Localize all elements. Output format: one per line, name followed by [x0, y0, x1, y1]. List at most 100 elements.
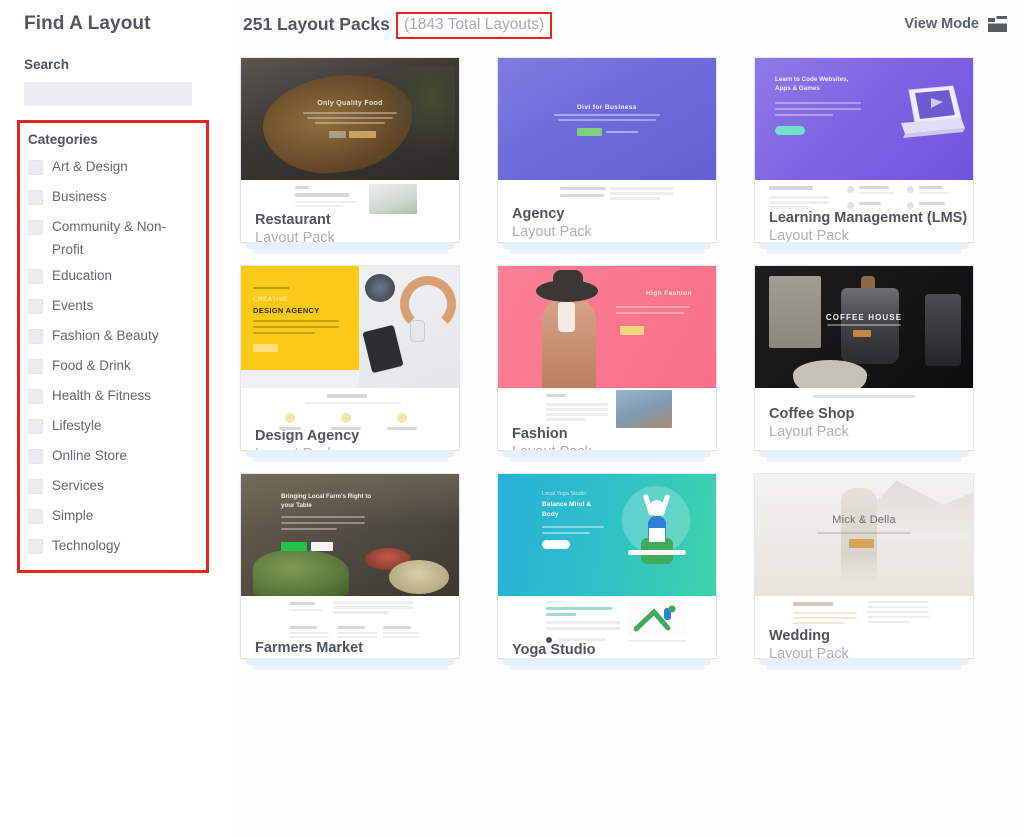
- layout-pack-card[interactable]: Learn to Code Websites, Apps & Games Lea…: [755, 58, 973, 254]
- decor-headphones: [400, 276, 456, 332]
- card-surface[interactable]: CREATIVE DESIGN AGENCY Design Agency: [241, 266, 459, 450]
- layout-pack-card[interactable]: Divi for Business Agency Layout Pack: [498, 58, 716, 254]
- category-item-fashion-beauty[interactable]: Fashion & Beauty: [28, 325, 206, 351]
- thumb-button-primary: [542, 540, 570, 549]
- card-stack-shadow-2: [252, 249, 448, 254]
- search-input[interactable]: [24, 82, 192, 106]
- category-item-community-non-profit[interactable]: Community & Non-Profit: [28, 216, 206, 261]
- checkbox-icon[interactable]: [28, 509, 43, 524]
- checkbox-icon[interactable]: [28, 329, 43, 344]
- categories-label: Categories: [28, 132, 98, 147]
- category-item-events[interactable]: Events: [28, 295, 206, 321]
- grid-view-icon[interactable]: [988, 16, 1007, 32]
- category-label: Education: [52, 268, 113, 283]
- card-thumbnail: Mick & Della: [755, 474, 973, 596]
- checkbox-icon[interactable]: [28, 269, 43, 284]
- category-item-lifestyle[interactable]: Lifestyle: [28, 415, 206, 441]
- category-item-health-fitness[interactable]: Health & Fitness: [28, 385, 206, 411]
- thumb-hero-text: Learn to Code Websites, Apps & Games: [775, 76, 849, 92]
- card-thumbnail: CREATIVE DESIGN AGENCY: [241, 266, 459, 388]
- card-surface[interactable]: Mick & Della Wedding Layout Pack: [755, 474, 973, 658]
- card-subtitle: Layout Pack: [512, 224, 592, 240]
- card-preview-body: Agency Layout Pack: [498, 180, 716, 242]
- thumb-hero-text: Bringing Local Farm's Right to your Tabl…: [281, 493, 372, 509]
- card-preview-body: Design Agency Layout Pack: [241, 388, 459, 450]
- layout-browser-screen: Find A Layout Search Categories Art & De…: [0, 0, 1024, 837]
- decor-yellow-panel: [241, 266, 359, 370]
- thumb-button-primary: [853, 330, 871, 337]
- checkbox-icon[interactable]: [28, 419, 43, 434]
- decor-desk-photo: [359, 266, 459, 388]
- card-surface[interactable]: Divi for Business Agency Layout Pack: [498, 58, 716, 242]
- category-item-technology[interactable]: Technology: [28, 535, 206, 561]
- thumb-button-primary: [253, 344, 278, 352]
- checkbox-icon[interactable]: [28, 299, 43, 314]
- card-subtitle: Layout Pack: [769, 228, 849, 242]
- category-label: Business: [52, 189, 107, 204]
- layout-pack-card[interactable]: Mick & Della Wedding Layout Pack: [755, 474, 973, 670]
- layout-pack-card[interactable]: Local Yoga Studio Balance Mind & Body Yo…: [498, 474, 716, 670]
- layout-pack-card[interactable]: High Fashion Fashion Layout Pack: [498, 266, 716, 462]
- card-thumbnail: COFFEE HOUSE: [755, 266, 973, 388]
- card-thumbnail: Learn to Code Websites, Apps & Games: [755, 58, 973, 180]
- thumb-hero-text: COFFEE HOUSE: [825, 313, 903, 322]
- category-item-business[interactable]: Business: [28, 186, 206, 212]
- view-mode-toggle[interactable]: View Mode: [904, 16, 1007, 32]
- checkbox-icon[interactable]: [28, 389, 43, 404]
- card-stack-shadow-2: [766, 249, 962, 254]
- thumb-hero-text: Only Quality Food: [317, 100, 383, 107]
- card-stack-shadow-2: [509, 457, 705, 462]
- decor-greens: [377, 66, 455, 166]
- checkbox-icon[interactable]: [28, 359, 43, 374]
- card-preview-body: Farmers Market Layout Pack: [241, 596, 459, 658]
- checkbox-icon[interactable]: [28, 190, 43, 205]
- card-title: Learning Management (LMS): [769, 210, 968, 226]
- thumb-button-primary: [577, 128, 602, 136]
- card-stack-shadow-2: [509, 249, 705, 254]
- yoga-figure-icon: [624, 488, 690, 572]
- card-stack-shadow: [760, 242, 968, 249]
- category-label: Lifestyle: [52, 418, 102, 433]
- checkbox-icon[interactable]: [28, 479, 43, 494]
- search-label: Search: [24, 57, 70, 72]
- layout-pack-card[interactable]: Only Quality Food Restaurant Layout Pack: [241, 58, 459, 254]
- category-item-education[interactable]: Education: [28, 265, 206, 291]
- card-preview-body: Learning Management (LMS) Layout Pack: [755, 180, 973, 242]
- category-item-services[interactable]: Services: [28, 475, 206, 501]
- checkbox-icon[interactable]: [28, 160, 43, 175]
- card-subtitle: Layout Pack: [255, 230, 335, 242]
- category-item-online-store[interactable]: Online Store: [28, 445, 206, 471]
- card-surface[interactable]: Only Quality Food Restaurant Layout Pack: [241, 58, 459, 242]
- card-title: Restaurant: [255, 212, 331, 228]
- card-stack-shadow-2: [252, 457, 448, 462]
- category-item-food-drink[interactable]: Food & Drink: [28, 355, 206, 381]
- categories-filter-panel: Categories Art & Design Business Communi…: [17, 120, 209, 573]
- checkbox-icon[interactable]: [28, 449, 43, 464]
- page-title: Find A Layout: [24, 13, 151, 34]
- thumb-button-primary: [775, 126, 805, 135]
- total-layouts-count: (1843 Total Layouts): [404, 16, 545, 33]
- category-label: Fashion & Beauty: [52, 328, 159, 343]
- card-surface[interactable]: Local Yoga Studio Balance Mind & Body Yo…: [498, 474, 716, 658]
- decor-produce-1: [253, 550, 349, 596]
- decor-headphone-cup: [410, 320, 425, 342]
- thumb-button-primary: [281, 542, 307, 551]
- category-item-simple[interactable]: Simple: [28, 505, 206, 531]
- card-thumbnail: Bringing Local Farm's Right to your Tabl…: [241, 474, 459, 596]
- decor-phone: [362, 324, 404, 374]
- card-surface[interactable]: Learn to Code Websites, Apps & Games Lea…: [755, 58, 973, 242]
- card-surface[interactable]: High Fashion Fashion Layout Pack: [498, 266, 716, 450]
- layout-pack-card[interactable]: Bringing Local Farm's Right to your Tabl…: [241, 474, 459, 670]
- checkbox-icon[interactable]: [28, 539, 43, 554]
- card-surface[interactable]: Bringing Local Farm's Right to your Tabl…: [241, 474, 459, 658]
- layout-pack-card[interactable]: CREATIVE DESIGN AGENCY Design Agency: [241, 266, 459, 462]
- thumb-hero-text: DESIGN AGENCY: [253, 306, 320, 315]
- decor-moka-pot: [841, 288, 899, 364]
- thumb-button-secondary: [311, 542, 333, 551]
- checkbox-icon[interactable]: [28, 220, 43, 235]
- layout-pack-card[interactable]: COFFEE HOUSE Coffee Shop Layout Pack: [755, 266, 973, 462]
- category-item-art-design[interactable]: Art & Design: [28, 156, 206, 182]
- card-surface[interactable]: COFFEE HOUSE Coffee Shop Layout Pack: [755, 266, 973, 450]
- thumb-button-secondary: [606, 131, 638, 133]
- laptop-icon: [891, 84, 965, 142]
